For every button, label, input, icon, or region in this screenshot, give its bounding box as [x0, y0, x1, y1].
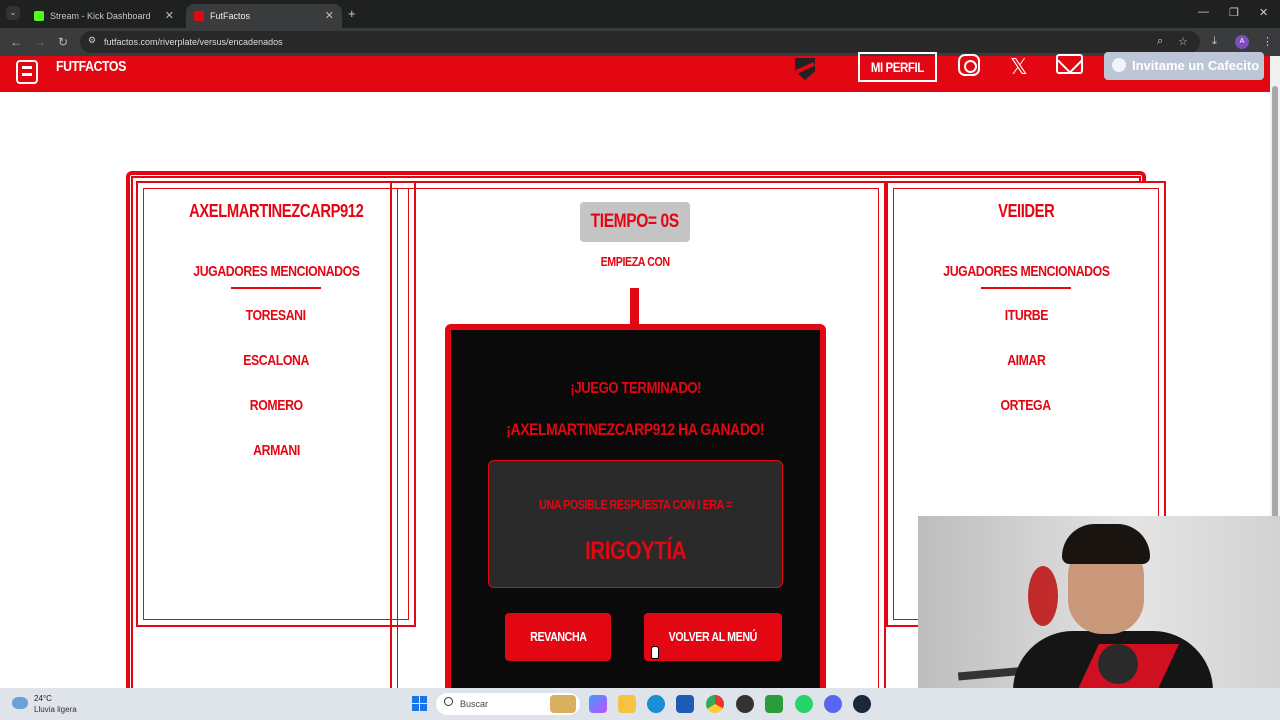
search-placeholder: Buscar — [460, 699, 489, 709]
tab-futfactos[interactable]: FutFactos ✕ — [186, 4, 342, 28]
heading-underline — [231, 287, 321, 289]
possible-answer-box: UNA POSIBLE RESPUESTA CON I ERA = IRIGOY… — [488, 460, 783, 588]
game-over-text: ¡JUEGO TERMINADO! — [570, 380, 701, 397]
kick-favicon-icon — [34, 11, 44, 21]
download-icon[interactable]: ⤓ — [1212, 35, 1217, 48]
rematch-button[interactable]: REVANCHA — [505, 613, 611, 661]
edge-icon[interactable] — [647, 695, 665, 713]
close-window-icon[interactable]: ✕ — [1259, 6, 1268, 19]
mouse-cursor-icon — [651, 646, 659, 659]
instagram-icon[interactable] — [958, 54, 980, 76]
list-item: ARMANI — [252, 442, 300, 459]
webcam-wall-flag — [1028, 566, 1058, 626]
weather-temperature[interactable]: 24°C — [34, 694, 52, 703]
tab-search-chevron-icon[interactable]: ⌄ — [6, 6, 20, 20]
webcam-person-hair — [1062, 524, 1150, 564]
whatsapp-icon[interactable] — [795, 695, 813, 713]
copilot-icon[interactable] — [589, 695, 607, 713]
search-icon — [444, 697, 453, 706]
right-player-list: ITURBE AIMAR ORTEGA — [888, 307, 1164, 442]
xbox-icon[interactable] — [765, 695, 783, 713]
left-mentioned-heading: JUGADORES MENCIONADOS — [192, 263, 360, 280]
chrome-icon[interactable] — [706, 695, 724, 713]
tab-label: FutFactos — [210, 11, 251, 21]
perfil-label: MI PERFIL — [870, 59, 925, 75]
windows-start-icon[interactable] — [412, 696, 427, 711]
starts-with-label: EMPIEZA CON — [570, 254, 700, 269]
new-tab-icon[interactable]: + — [348, 6, 356, 21]
list-item: ITURBE — [1004, 307, 1048, 324]
mail-icon[interactable] — [1056, 54, 1083, 74]
browser-toolbar: ← → ↻ ⚙ futfactos.com/riverplate/versus/… — [0, 28, 1280, 56]
right-player-name: VEIIDER — [997, 201, 1055, 221]
back-to-menu-button[interactable]: VOLVER AL MENÚ — [644, 613, 782, 661]
x-twitter-icon[interactable]: 𝕏 — [1010, 54, 1028, 80]
forward-icon[interactable]: → — [34, 35, 46, 49]
store-icon[interactable] — [676, 695, 694, 713]
site-header: FUTFACTOS MI PERFIL 𝕏 Invitame un Cafeci… — [0, 52, 1270, 92]
url-text[interactable]: futfactos.com/riverplate/versus/encadena… — [104, 37, 283, 47]
heading-underline — [981, 287, 1071, 289]
profile-avatar[interactable]: A — [1235, 35, 1249, 49]
cafecito-button[interactable]: Invitame un Cafecito — [1104, 52, 1264, 80]
timer-display: TIEMPO= 0S — [580, 202, 690, 242]
close-tab-icon[interactable]: ✕ — [165, 9, 174, 22]
webcam-microphone — [1098, 644, 1138, 684]
list-item: ORTEGA — [1000, 397, 1052, 414]
file-explorer-icon[interactable] — [618, 695, 636, 713]
windows-taskbar: 24°C Lluvia ligera Buscar — [0, 688, 1280, 720]
list-item: ESCALONA — [243, 352, 309, 369]
bookmark-star-icon[interactable]: ☆ — [1178, 35, 1188, 48]
steam-icon[interactable] — [853, 695, 871, 713]
mi-perfil-button[interactable]: MI PERFIL — [858, 52, 937, 82]
left-player-list: TORESANI ESCALONA ROMERO ARMANI — [138, 307, 414, 487]
menu-kebab-icon[interactable]: ⋮ — [1262, 35, 1273, 48]
list-item: AIMAR — [1006, 352, 1046, 369]
answer-prefix: UNA POSIBLE RESPUESTA CON I ERA = — [539, 497, 732, 512]
browser-tab-bar: ⌄ Stream - Kick Dashboard ✕ FutFactos ✕ … — [0, 0, 1280, 28]
back-icon[interactable]: ← — [10, 35, 22, 49]
starts-with-text: EMPIEZA CON — [600, 254, 670, 269]
left-player-panel: AXELMARTINEZCARP912 JUGADORES MENCIONADO… — [136, 181, 416, 627]
close-tab-icon[interactable]: ✕ — [325, 9, 334, 22]
site-info-icon[interactable]: ⚙ — [88, 35, 96, 46]
obs-icon[interactable] — [736, 695, 754, 713]
zoom-icon[interactable]: ⌕ — [1157, 35, 1163, 48]
river-plate-badge-icon[interactable] — [795, 58, 815, 80]
chain-connector — [630, 288, 639, 326]
timer-text: TIEMPO= 0S — [590, 211, 680, 232]
weather-description[interactable]: Lluvia ligera — [34, 705, 77, 714]
discord-icon[interactable] — [824, 695, 842, 713]
search-highlight-icon[interactable] — [550, 695, 576, 713]
restore-icon[interactable]: ❐ — [1229, 6, 1239, 19]
list-item: TORESANI — [245, 307, 307, 324]
rematch-label: REVANCHA — [529, 629, 587, 644]
futfactos-logo-icon[interactable] — [16, 60, 38, 84]
list-item: ROMERO — [249, 397, 303, 414]
menu-label: VOLVER AL MENÚ — [668, 629, 758, 644]
winner-message: ¡AXELMARTINEZCARP912 HA GANADO! — [445, 420, 826, 440]
logo-text[interactable]: FUTFACTOS — [56, 58, 126, 75]
winner-text: ¡AXELMARTINEZCARP912 HA GANADO! — [506, 420, 765, 439]
answer-word: IRIGOYTÍA — [584, 537, 687, 565]
game-over-title: ¡JUEGO TERMINADO! — [445, 380, 826, 398]
tab-label: Stream - Kick Dashboard — [50, 11, 151, 21]
futfactos-favicon-icon — [194, 11, 204, 21]
left-player-name: AXELMARTINEZCARP912 — [188, 201, 364, 221]
right-mentioned-heading: JUGADORES MENCIONADOS — [942, 263, 1110, 280]
reload-icon[interactable]: ↻ — [58, 35, 68, 49]
weather-cloud-icon[interactable] — [12, 697, 28, 709]
tab-kick-dashboard[interactable]: Stream - Kick Dashboard ✕ — [26, 4, 182, 28]
minimize-icon[interactable]: — — [1198, 6, 1209, 18]
